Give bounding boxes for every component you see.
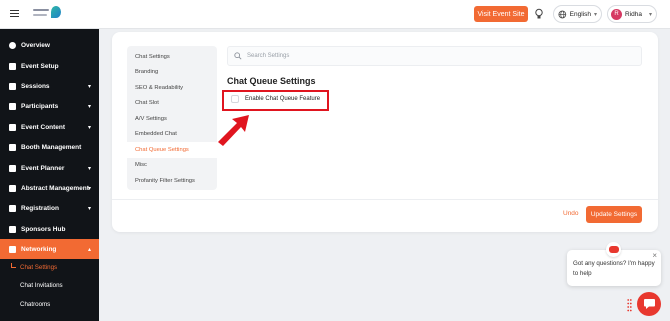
search-input[interactable]: Search Settings xyxy=(227,46,642,66)
chevron-down-icon: ▾ xyxy=(593,11,597,18)
overview-icon xyxy=(9,41,16,49)
sidebar-item-event-planner[interactable]: Event Planner ▾ xyxy=(0,158,99,178)
update-settings-button[interactable]: Update Settings xyxy=(586,206,642,223)
sidebar-item-label: Abstract Management xyxy=(21,184,89,192)
globe-icon xyxy=(558,10,567,18)
sidebar-item-registration[interactable]: Registration ▾ xyxy=(0,198,99,218)
users-icon xyxy=(9,102,16,110)
settings-subnav: Chat Settings Branding SEO & Readability Ch… xyxy=(127,46,217,190)
settings-card: Chat Settings Branding SEO & Readability Ch… xyxy=(112,32,658,232)
enable-chat-queue-label[interactable]: Enable Chat Queue Feature xyxy=(245,96,320,102)
sidebar-item-label: Registration xyxy=(21,204,59,212)
sidebar-item-label: Event Content xyxy=(21,123,66,131)
user-name: Ridha xyxy=(625,10,642,18)
sidebar-item-event-setup[interactable]: Event Setup xyxy=(0,56,99,76)
share-icon xyxy=(9,245,16,253)
language-selector[interactable]: English ▾ xyxy=(553,5,602,23)
sidebar-item-label: Booth Management xyxy=(21,143,82,151)
settings-tab-misc[interactable]: Misc xyxy=(127,158,217,174)
lightbulb-icon[interactable] xyxy=(534,8,544,20)
chevron-down-icon: ▾ xyxy=(87,103,91,110)
chevron-up-icon: ▴ xyxy=(87,246,91,253)
sidebar-item-sponsors-hub[interactable]: Sponsors Hub xyxy=(0,219,99,239)
drag-handle-icon[interactable] xyxy=(627,298,632,312)
chevron-down-icon: ▾ xyxy=(87,124,91,131)
undo-button[interactable]: Undo xyxy=(563,210,579,217)
sidebar-item-sessions[interactable]: Sessions ▾ xyxy=(0,76,99,96)
sidebar-item-networking[interactable]: Networking ▴ xyxy=(0,239,99,259)
sidebar-item-abstract-management[interactable]: Abstract Management ▾ xyxy=(0,178,99,198)
sidebar-item-label: Participants xyxy=(21,102,59,110)
registration-icon xyxy=(9,204,16,212)
settings-tab-seo-readability[interactable]: SEO & Readability xyxy=(127,80,217,96)
close-icon[interactable]: × xyxy=(652,251,657,261)
settings-tab-profanity-filter-settings[interactable]: Profanity Filter Settings xyxy=(127,173,217,189)
menu-icon[interactable] xyxy=(10,10,19,17)
grid-icon xyxy=(9,82,16,90)
sidebar-subitem-chat-invitations[interactable]: Chat Invitations xyxy=(0,276,99,294)
chevron-down-icon: ▾ xyxy=(648,11,652,18)
booth-icon xyxy=(9,143,16,151)
chatbot-icon xyxy=(606,242,621,257)
sidebar-item-event-content[interactable]: Event Content ▾ xyxy=(0,117,99,137)
avatar: R xyxy=(611,8,622,20)
document-icon xyxy=(9,123,16,131)
search-icon xyxy=(234,52,242,60)
enable-chat-queue-checkbox[interactable] xyxy=(231,95,239,103)
calendar-icon xyxy=(9,62,16,70)
section-title: Chat Queue Settings xyxy=(227,76,316,86)
annotation-arrow-icon xyxy=(218,115,249,146)
sidebar-item-overview[interactable]: Overview xyxy=(0,35,99,55)
sidebar-item-label: Overview xyxy=(21,41,50,49)
search-placeholder: Search Settings xyxy=(247,53,290,59)
divider xyxy=(112,199,658,200)
planner-icon xyxy=(9,164,16,172)
sidebar-item-label: Networking xyxy=(21,245,57,253)
chevron-down-icon: ▾ xyxy=(87,205,91,212)
logo[interactable] xyxy=(33,6,61,21)
user-menu[interactable]: R Ridha ▾ xyxy=(607,5,657,23)
chevron-down-icon: ▾ xyxy=(87,165,91,172)
chat-bubble-icon xyxy=(643,299,655,309)
sidebar-subitem-chatrooms[interactable]: Chatrooms xyxy=(0,295,99,313)
chevron-down-icon: ▾ xyxy=(87,185,91,192)
visit-event-site-button[interactable]: Visit Event Site xyxy=(474,6,528,22)
sidebar-item-label: Event Setup xyxy=(21,62,59,70)
chevron-down-icon: ▾ xyxy=(87,83,91,90)
top-bar: Visit Event Site English ▾ R Ridha ▾ xyxy=(0,0,670,29)
sidebar-item-participants[interactable]: Participants ▾ xyxy=(0,96,99,116)
language-label: English xyxy=(569,10,591,18)
settings-tab-chat-slot[interactable]: Chat Slot xyxy=(127,96,217,112)
sidebar: Overview Event Setup Sessions ▾ Participants… xyxy=(0,29,99,321)
chat-launcher-button[interactable] xyxy=(637,292,661,316)
sidebar-item-booth-management[interactable]: Booth Management xyxy=(0,137,99,157)
settings-tab-chat-settings[interactable]: Chat Settings xyxy=(127,49,217,65)
settings-tab-a-v-settings[interactable]: A/V Settings xyxy=(127,111,217,127)
sidebar-item-label: Sponsors Hub xyxy=(21,225,66,233)
sidebar-item-label: Event Planner xyxy=(21,164,65,172)
settings-tab-branding[interactable]: Branding xyxy=(127,65,217,81)
settings-tab-chat-queue-settings[interactable]: Chat Queue Settings xyxy=(127,142,217,158)
chat-message: Got any questions? I'm happy to help xyxy=(573,260,655,277)
sidebar-item-label: Sessions xyxy=(21,82,50,90)
settings-tab-embedded-chat[interactable]: Embedded Chat xyxy=(127,127,217,143)
sidebar-subitem-chat-settings[interactable]: Chat Settings xyxy=(0,258,99,276)
abstract-icon xyxy=(9,184,16,192)
sponsors-icon xyxy=(9,225,16,233)
